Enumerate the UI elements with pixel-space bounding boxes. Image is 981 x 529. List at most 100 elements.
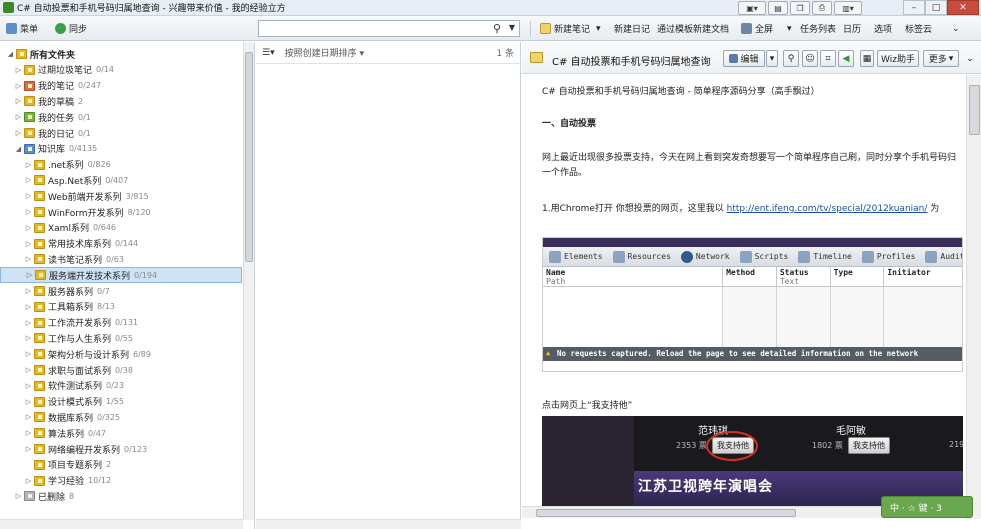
collapsed-arrow-icon[interactable]: ▷	[24, 255, 33, 263]
collapsed-arrow-icon[interactable]: ▷	[24, 287, 33, 295]
sidebar-folder-item[interactable]: ◢ 所有文件夹	[0, 46, 242, 62]
sidebar-folder-item[interactable]: ▷ 工作与人生系列 0/55	[0, 330, 242, 346]
sidebar-folder-item[interactable]: ▷ Asp.Net系列 0/407	[0, 172, 242, 188]
new-note-dropdown[interactable]: ▾	[596, 20, 601, 37]
search-icon[interactable]: ⚲	[493, 22, 501, 35]
scrollbar-thumb[interactable]	[969, 85, 980, 135]
maximize-icon[interactable]: □	[925, 0, 947, 15]
tag-button[interactable]: ⌗	[820, 50, 836, 67]
collapsed-arrow-icon[interactable]: ▷	[14, 129, 23, 137]
collapsed-arrow-icon[interactable]: ▷	[24, 334, 33, 342]
search-input[interactable]: ⚲ ▼	[258, 20, 520, 37]
collapsed-arrow-icon[interactable]: ▷	[14, 66, 23, 74]
calendar-button[interactable]: 日历	[843, 20, 861, 37]
sidebar-folder-item[interactable]: ▷ 我的笔记 0/247	[0, 78, 242, 94]
collapsed-arrow-icon[interactable]: ▷	[24, 398, 33, 406]
expanded-arrow-icon[interactable]: ◢	[14, 145, 23, 153]
step-link[interactable]: http://ent.ifeng.com/tv/special/2012kuan…	[727, 204, 928, 214]
collapsed-arrow-icon[interactable]: ▷	[14, 492, 23, 500]
sidebar-folder-item[interactable]: ▷ 工作流开发系列 0/131	[0, 315, 242, 331]
sidebar-folder-item[interactable]: ▷ 我的草稿 2	[0, 93, 242, 109]
sidebar-folder-item[interactable]: ▷ 读书笔记系列 0/63	[0, 251, 242, 267]
new-note-button[interactable]: 新建笔记	[540, 20, 590, 37]
sidebar-folder-item[interactable]: ▷ Web前端开发系列 3/815	[0, 188, 242, 204]
note-list-scrollbar[interactable]	[256, 519, 521, 529]
collapsed-arrow-icon[interactable]: ▷	[24, 176, 33, 184]
toolbar-overflow-button[interactable]: ⌄	[952, 20, 960, 37]
sidebar-folder-item[interactable]: ▷ 过期垃圾笔记 0/14	[0, 62, 242, 78]
sync-button[interactable]: 同步	[55, 20, 87, 37]
wiz-helper-button[interactable]: Wiz助手	[877, 50, 919, 67]
copy-icon[interactable]: ❐	[790, 1, 810, 15]
collapsed-arrow-icon[interactable]: ▷	[14, 82, 23, 90]
collapsed-arrow-icon[interactable]: ▷	[24, 477, 33, 485]
view-mode-icon[interactable]: ☰▾	[262, 48, 275, 58]
collapsed-arrow-icon[interactable]: ▷	[14, 97, 23, 105]
sidebar-folder-item[interactable]: ▷ 服务器系列 0/7	[0, 283, 242, 299]
collapsed-arrow-icon[interactable]: ▷	[24, 382, 33, 390]
new-diary-button[interactable]: 新建日记	[614, 20, 650, 37]
sort-dropdown[interactable]: 按照创建日期排序 ▾	[285, 46, 364, 59]
scrollbar-thumb[interactable]	[245, 52, 253, 262]
sidebar-folder-item[interactable]: ▷ 架构分析与设计系列 6/89	[0, 346, 242, 362]
user-button[interactable]: ☺	[802, 50, 818, 67]
close-icon[interactable]: ✕	[947, 0, 979, 15]
save-icon[interactable]: ▤	[768, 1, 788, 15]
sidebar-folder-item[interactable]: ▷ 求职与面试系列 0/38	[0, 362, 242, 378]
collapsed-arrow-icon[interactable]: ▷	[25, 271, 34, 279]
print-icon[interactable]: ⎙	[812, 1, 832, 15]
sidebar-folder-item[interactable]: ▷ 服务端开发技术系列 0/194	[0, 267, 242, 284]
search-dropdown-icon[interactable]: ▼	[509, 23, 515, 32]
sidebar-folder-item[interactable]: ▷ 我的任务 0/1	[0, 109, 242, 125]
collapsed-arrow-icon[interactable]: ▷	[24, 224, 33, 232]
collapsed-arrow-icon[interactable]: ▷	[24, 445, 33, 453]
sidebar-folder-item[interactable]: ▷ 常用技术库系列 0/144	[0, 236, 242, 252]
collapsed-arrow-icon[interactable]: ▷	[24, 161, 33, 169]
chart-icon[interactable]: ▥▾	[834, 1, 862, 15]
reader-button[interactable]: ▦	[860, 50, 874, 67]
sidebar-folder-item[interactable]: ▷ 已删除 8	[0, 488, 242, 504]
collapsed-arrow-icon[interactable]: ▷	[24, 350, 33, 358]
fullscreen-button[interactable]: 全屏	[741, 20, 773, 37]
tag-cloud-button[interactable]: 标签云	[905, 20, 932, 37]
doc-header-collapse[interactable]: ⌄	[964, 50, 976, 67]
sidebar-folder-item[interactable]: ◢ 知识库 0/4135	[0, 141, 242, 157]
menu-button[interactable]: 菜单	[6, 20, 38, 37]
collapsed-arrow-icon[interactable]: ▷	[24, 413, 33, 421]
collapsed-arrow-icon[interactable]: ▷	[24, 319, 33, 327]
fullscreen-dropdown[interactable]: ▾	[787, 20, 792, 37]
sidebar-folder-item[interactable]: 项目专题系列 2	[0, 457, 242, 473]
sidebar-folder-item[interactable]: ▷ Xaml系列 0/646	[0, 220, 242, 236]
collapsed-arrow-icon[interactable]: ▷	[24, 240, 33, 248]
options-button[interactable]: 选项	[874, 20, 892, 37]
edit-button[interactable]: 编辑	[723, 50, 765, 67]
collapsed-arrow-icon[interactable]: ▷	[24, 303, 33, 311]
sidebar-folder-item[interactable]: ▷ 算法系列 0/47	[0, 425, 242, 441]
sidebar-folder-item[interactable]: ▷ .net系列 0/826	[0, 157, 242, 173]
quick-new-icon[interactable]: ▣▾	[738, 1, 766, 15]
sidebar-folder-item[interactable]: ▷ 工具箱系列 8/13	[0, 299, 242, 315]
collapsed-arrow-icon[interactable]: ▷	[24, 192, 33, 200]
sidebar-folder-item[interactable]: ▷ WinForm开发系列 8/120	[0, 204, 242, 220]
collapsed-arrow-icon[interactable]: ▷	[24, 208, 33, 216]
sidebar-scrollbar[interactable]	[243, 42, 254, 520]
task-list-button[interactable]: 任务列表	[800, 20, 836, 37]
attachment-button[interactable]: ⚲	[783, 50, 799, 67]
new-from-template-button[interactable]: 通过模板新建文档	[657, 20, 729, 37]
sidebar-horizontal-scrollbar[interactable]	[0, 519, 243, 529]
scrollbar-thumb[interactable]	[536, 509, 796, 517]
minimize-icon[interactable]: –	[903, 0, 925, 15]
sidebar-folder-item[interactable]: ▷ 我的日记 0/1	[0, 125, 242, 141]
expanded-arrow-icon[interactable]: ◢	[6, 50, 15, 58]
edit-dropdown[interactable]: ▾	[766, 50, 778, 67]
ime-status-bar[interactable]: 中 · ☆ 键 · 3	[881, 496, 973, 518]
collapsed-arrow-icon[interactable]: ▷	[24, 429, 33, 437]
collapsed-arrow-icon[interactable]: ▷	[14, 113, 23, 121]
sidebar-folder-item[interactable]: ▷ 设计模式系列 1/55	[0, 394, 242, 410]
sidebar-folder-item[interactable]: ▷ 数据库系列 0/325	[0, 409, 242, 425]
collapsed-arrow-icon[interactable]: ▷	[24, 366, 33, 374]
sidebar-folder-item[interactable]: ▷ 学习经验 10/12	[0, 473, 242, 489]
sidebar-folder-item[interactable]: ▷ 网络编程开发系列 0/123	[0, 441, 242, 457]
sidebar-folder-item[interactable]: ▷ 软件测试系列 0/23	[0, 378, 242, 394]
more-button[interactable]: 更多 ▾	[923, 50, 959, 67]
